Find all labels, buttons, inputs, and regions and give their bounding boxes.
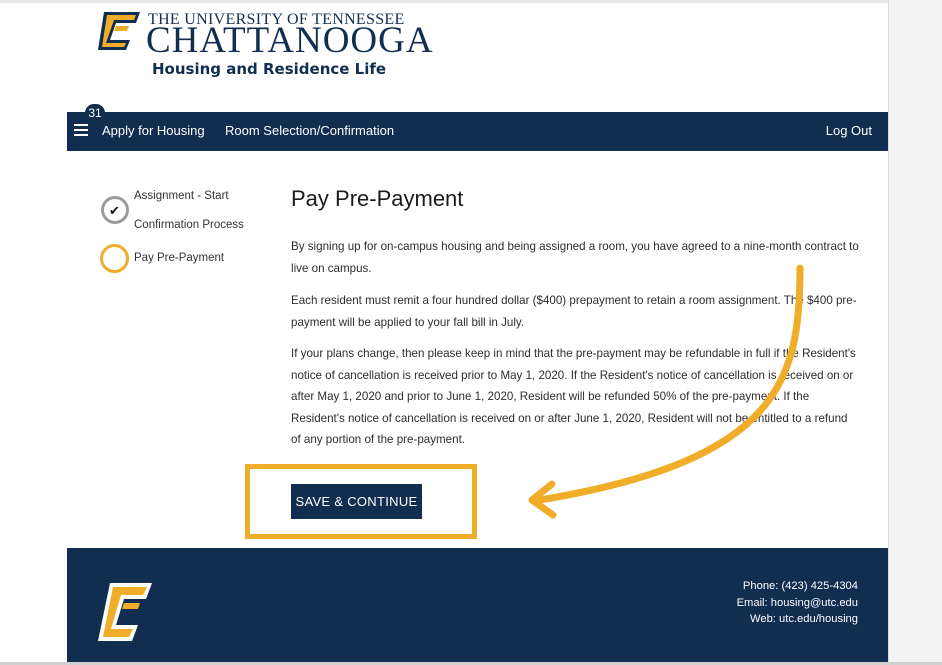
save-continue-button[interactable]: SAVE & CONTINUE: [291, 484, 422, 519]
step-pay-pre-payment[interactable]: Pay Pre-Payment: [134, 252, 224, 264]
department-name: Housing and Residence Life: [152, 60, 387, 78]
paragraph-contract: By signing up for on-campus housing and …: [291, 240, 859, 275]
page-title: Pay Pre-Payment: [291, 186, 464, 211]
footer: Phone: (423) 425-4304 Email: housing@utc…: [67, 548, 888, 662]
top-edge: [0, 0, 888, 3]
contact-phone: Phone: (423) 425-4304: [742, 580, 858, 592]
contact-email[interactable]: Email: housing@utc.edu: [737, 595, 858, 612]
paragraph-refund-policy: If your plans change, then please keep i…: [291, 347, 856, 446]
logout-link[interactable]: Log Out: [826, 123, 872, 138]
contact-info: Phone: (423) 425-4304 Email: housing@utc…: [737, 578, 858, 628]
notification-badge[interactable]: 31: [85, 104, 105, 122]
nav-apply-for-housing[interactable]: Apply for Housing: [102, 123, 205, 138]
right-gutter: [888, 0, 942, 665]
nav-room-selection[interactable]: Room Selection/Confirmation: [225, 123, 394, 138]
page: THE UNIVERSITY OF TENNESSEE CHATTANOOGA …: [0, 0, 942, 665]
step-confirmation-process[interactable]: Confirmation Process: [134, 219, 244, 231]
utc-c-logo-icon: [98, 12, 140, 50]
hamburger-icon[interactable]: [74, 124, 88, 136]
check-circle-icon: ✔: [101, 196, 129, 224]
step-assignment-start[interactable]: Assignment - Start: [134, 190, 229, 202]
paragraph-prepayment: Each resident must remit a four hundred …: [291, 294, 857, 329]
contact-web[interactable]: Web: utc.edu/housing: [737, 611, 858, 628]
top-nav: Apply for Housing Room Selection/Confirm…: [67, 112, 888, 151]
campus-name: CHATTANOOGA: [146, 20, 434, 61]
open-circle-icon: [100, 244, 129, 273]
footer-c-logo-icon[interactable]: [96, 581, 154, 643]
